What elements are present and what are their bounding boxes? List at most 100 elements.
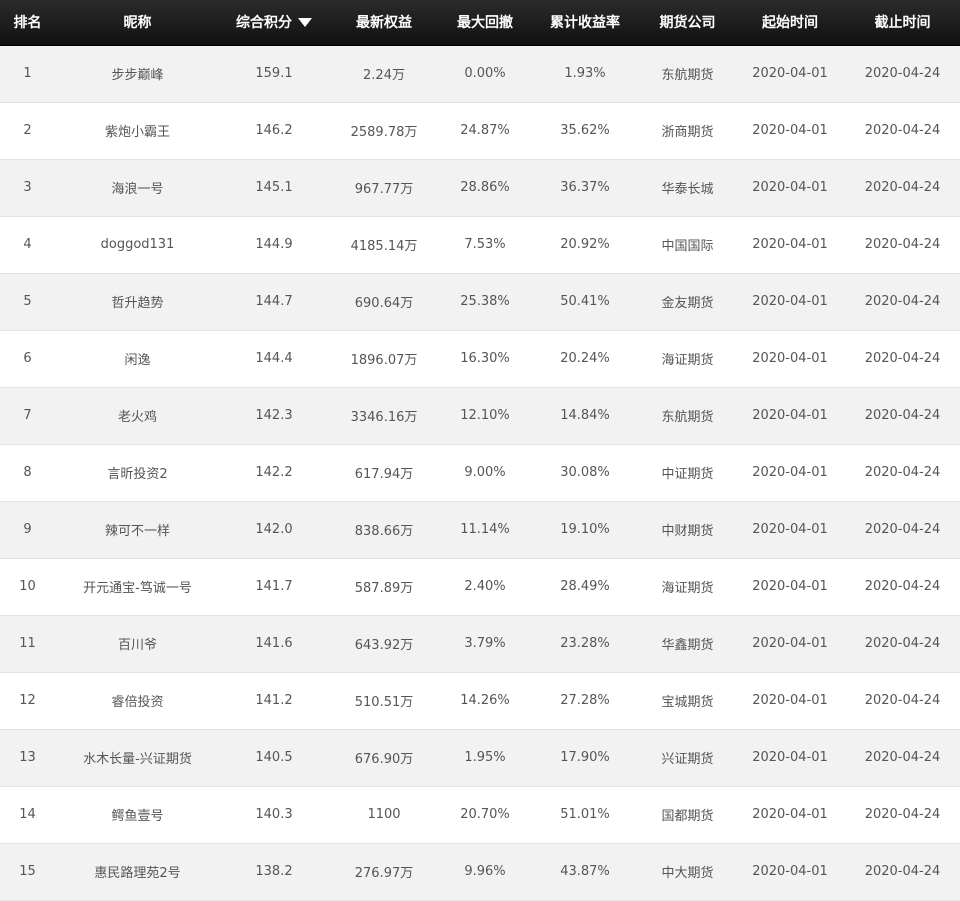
cell-futures-company: 东航期货 [661, 68, 714, 83]
cell-futures-company: 宝城期货 [661, 695, 714, 710]
table-row: 8 言昕投资2 142.2 617.94万 9.00% 30.08% 中证期货 2020-04… [0, 444, 960, 501]
cell-max-drawdown: 24.87% [460, 123, 510, 138]
cell-rank: 4 [23, 237, 32, 252]
cell-end-date: 2020-04-24 [864, 351, 941, 366]
cell-start-date: 2020-04-01 [752, 522, 828, 537]
cell-start-date: 2020-04-01 [752, 579, 828, 594]
cell-composite-score: 144.4 [255, 351, 293, 366]
cell-start-date: 2020-04-01 [752, 66, 828, 81]
caret-down-icon[interactable] [298, 17, 312, 27]
cell-futures-company: 海证期货 [661, 581, 714, 596]
cell-futures-company: 华鑫期货 [661, 638, 714, 653]
table-body: 1 步步巅峰 159.1 2.24万 0.00% 1.93% 东航期货 2020-04-01 2… [0, 45, 960, 900]
cell-end-date: 2020-04-24 [864, 123, 941, 138]
header-nickname: 昵称 [55, 0, 220, 46]
cell-rank: 15 [19, 864, 36, 879]
cell-end-date: 2020-04-24 [864, 294, 941, 309]
cell-cumulative-return: 27.28% [560, 693, 610, 708]
cell-max-drawdown: 20.70% [460, 807, 510, 822]
header-row: 排名 昵称 综合积分 最新权益 最大回撤 累计收益率 期货公司 起始时间 截止时… [0, 0, 960, 46]
cell-composite-score: 141.2 [255, 693, 293, 708]
header-nickname-label: 昵称 [123, 15, 152, 32]
cell-nickname: 哲升趋势 [111, 296, 164, 311]
cell-cumulative-return: 19.10% [560, 522, 610, 537]
cell-nickname: 百川爷 [117, 638, 157, 653]
cell-latest-equity: 1896.07万 [350, 353, 418, 368]
cell-start-date: 2020-04-01 [752, 351, 828, 366]
cell-latest-equity: 643.92万 [354, 638, 414, 653]
cell-composite-score: 142.2 [255, 465, 293, 480]
cell-rank: 5 [23, 294, 32, 309]
cell-max-drawdown: 7.53% [464, 237, 506, 252]
cell-nickname: 闲逸 [124, 353, 151, 368]
cell-max-drawdown: 9.00% [464, 465, 506, 480]
cell-nickname: 惠民路理苑2号 [94, 866, 181, 881]
cell-composite-score: 140.3 [255, 807, 293, 822]
table-row: 7 老火鸡 142.3 3346.16万 12.10% 14.84% 东航期货 2020-04… [0, 387, 960, 444]
cell-start-date: 2020-04-01 [752, 750, 828, 765]
cell-latest-equity: 510.51万 [354, 695, 414, 710]
cell-composite-score: 144.7 [255, 294, 293, 309]
cell-max-drawdown: 3.79% [464, 636, 506, 651]
cell-composite-score: 138.2 [255, 864, 293, 879]
table-row: 13 水木长量-兴证期货 140.5 676.90万 1.95% 17.90% 兴证期货 20… [0, 729, 960, 786]
cell-futures-company: 东航期货 [661, 410, 714, 425]
ranking-table: 排名 昵称 综合积分 最新权益 最大回撤 累计收益率 期货公司 起始时间 截止时… [0, 0, 960, 901]
cell-max-drawdown: 14.26% [460, 693, 510, 708]
cell-cumulative-return: 17.90% [560, 750, 610, 765]
cell-rank: 10 [19, 579, 36, 594]
cell-max-drawdown: 0.00% [464, 66, 506, 81]
cell-cumulative-return: 14.84% [560, 408, 610, 423]
table-row: 2 紫炮小霸王 146.2 2589.78万 24.87% 35.62% 浙商期货 2020-… [0, 102, 960, 159]
cell-start-date: 2020-04-01 [752, 180, 828, 195]
cell-futures-company: 华泰长城 [661, 182, 714, 197]
cell-composite-score: 142.3 [255, 408, 293, 423]
cell-rank: 6 [23, 351, 32, 366]
cell-end-date: 2020-04-24 [864, 750, 941, 765]
cell-max-drawdown: 16.30% [460, 351, 510, 366]
cell-rank: 14 [19, 807, 36, 822]
cell-start-date: 2020-04-01 [752, 237, 828, 252]
header-end-date-label: 截止时间 [874, 15, 931, 32]
cell-nickname: 鳄鱼壹号 [111, 809, 164, 824]
cell-nickname: doggod131 [100, 237, 175, 252]
cell-rank: 3 [23, 180, 32, 195]
cell-latest-equity: 838.66万 [354, 524, 414, 539]
cell-max-drawdown: 25.38% [460, 294, 510, 309]
cell-futures-company: 浙商期货 [661, 125, 714, 140]
table-row: 15 惠民路理苑2号 138.2 276.97万 9.96% 43.87% 中大期货 2020… [0, 843, 960, 900]
cell-cumulative-return: 36.37% [560, 180, 610, 195]
table-row: 4 doggod131 144.9 4185.14万 7.53% 20.92% 中国国际 20… [0, 216, 960, 273]
header-futures-company: 期货公司 [640, 0, 735, 46]
cell-rank: 2 [23, 123, 32, 138]
cell-rank: 1 [23, 66, 32, 81]
cell-end-date: 2020-04-24 [864, 579, 941, 594]
header-composite-score[interactable]: 综合积分 [220, 0, 328, 46]
cell-latest-equity: 1100 [367, 807, 401, 822]
cell-nickname: 水木长量-兴证期货 [83, 752, 192, 767]
cell-composite-score: 146.2 [255, 123, 293, 138]
header-composite-score-label: 综合积分 [236, 15, 292, 32]
cell-rank: 9 [23, 522, 32, 537]
cell-composite-score: 145.1 [255, 180, 293, 195]
cell-nickname: 步步巅峰 [111, 68, 164, 83]
cell-futures-company: 中国国际 [661, 239, 714, 254]
cell-latest-equity: 3346.16万 [350, 410, 418, 425]
cell-latest-equity: 587.89万 [354, 581, 414, 596]
cell-end-date: 2020-04-24 [864, 180, 941, 195]
header-latest-equity-label: 最新权益 [356, 15, 412, 32]
cell-cumulative-return: 20.92% [560, 237, 610, 252]
cell-end-date: 2020-04-24 [864, 465, 941, 480]
table-header: 排名 昵称 综合积分 最新权益 最大回撤 累计收益率 期货公司 起始时间 截止时… [0, 0, 960, 46]
cell-end-date: 2020-04-24 [864, 807, 941, 822]
cell-cumulative-return: 51.01% [560, 807, 610, 822]
cell-composite-score: 141.7 [255, 579, 293, 594]
cell-start-date: 2020-04-01 [752, 864, 828, 879]
cell-futures-company: 国都期货 [661, 809, 714, 824]
cell-cumulative-return: 23.28% [560, 636, 610, 651]
cell-futures-company: 中财期货 [661, 524, 714, 539]
cell-start-date: 2020-04-01 [752, 465, 828, 480]
cell-max-drawdown: 12.10% [460, 408, 510, 423]
table-row: 12 睿倍投资 141.2 510.51万 14.26% 27.28% 宝城期货 2020-0… [0, 672, 960, 729]
header-cumulative-return: 累计收益率 [530, 0, 640, 46]
